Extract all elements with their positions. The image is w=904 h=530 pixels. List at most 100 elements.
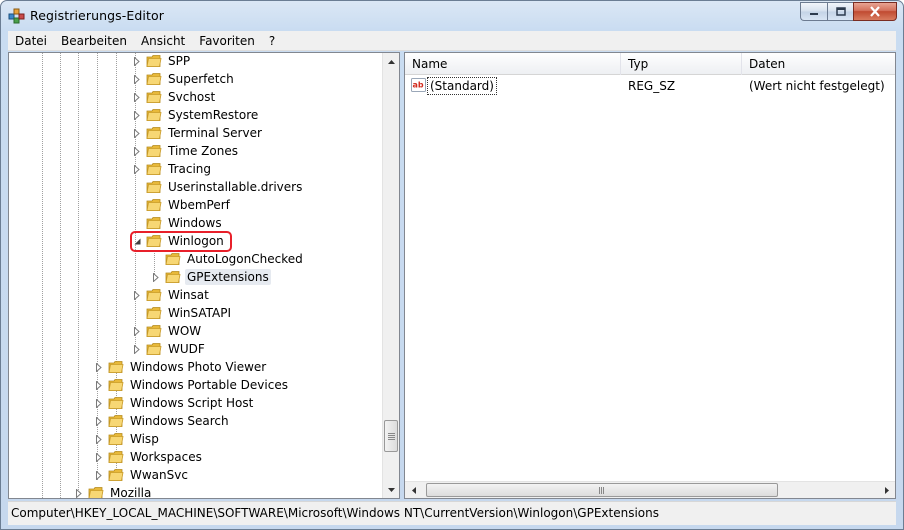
expand-arrow-icon[interactable]	[132, 164, 142, 174]
folder-icon	[146, 73, 162, 85]
tree-item[interactable]: Workspaces	[94, 448, 204, 466]
tree-item-label[interactable]: WwanSvc	[128, 467, 190, 483]
svg-text:ab: ab	[413, 81, 424, 90]
tree-item[interactable]: Windows Script Host	[94, 394, 255, 412]
tree-scroll-thumb[interactable]	[384, 420, 398, 452]
value-type-cell: REG_SZ	[628, 79, 676, 93]
registry-editor-window: Registrierungs-Editor Datei Bearbeiten A…	[0, 0, 904, 530]
tree-item[interactable]: Time Zones	[132, 142, 240, 160]
tree-item-label[interactable]: Windows Search	[128, 413, 231, 429]
tree-item-label[interactable]: Workspaces	[128, 449, 204, 465]
tree-item[interactable]: Winsat	[132, 286, 211, 304]
expand-arrow-icon[interactable]	[132, 326, 142, 336]
tree-item-label[interactable]: Windows	[166, 215, 224, 231]
key-tree-pane[interactable]: SPP Superfetch Svchost SystemRestore Termina…	[8, 52, 400, 499]
tree-item[interactable]: WinSATAPI	[132, 304, 233, 322]
tree-item-label[interactable]: Mozilla	[108, 485, 153, 498]
tree-item-label[interactable]: Windows Photo Viewer	[128, 359, 268, 375]
folder-icon	[146, 91, 162, 103]
tree-item-label[interactable]: Userinstallable.drivers	[166, 179, 304, 195]
expand-arrow-icon[interactable]	[74, 488, 84, 498]
tree-item-label[interactable]: WUDF	[166, 341, 207, 357]
tree-item[interactable]: Userinstallable.drivers	[132, 178, 304, 196]
tree-item-label[interactable]: Windows Portable Devices	[128, 377, 290, 393]
tree-item-label[interactable]: Winsat	[166, 287, 211, 303]
menu-bearbeiten[interactable]: Bearbeiten	[54, 31, 134, 50]
tree-item[interactable]: WwanSvc	[94, 466, 190, 484]
table-row[interactable]: ab (Standard) REG_SZ (Wert nicht festgel…	[405, 77, 895, 95]
column-header-name[interactable]: Name	[405, 53, 621, 75]
expand-arrow-icon[interactable]	[132, 92, 142, 102]
tree-item-label[interactable]: Svchost	[166, 89, 217, 105]
tree-item[interactable]: Tracing	[132, 160, 213, 178]
expand-arrow-icon[interactable]	[94, 452, 104, 462]
expand-arrow-icon[interactable]	[94, 362, 104, 372]
tree-item-label[interactable]: SystemRestore	[166, 107, 260, 123]
maximize-button[interactable]	[827, 2, 853, 21]
tree-item-label[interactable]: WOW	[166, 323, 203, 339]
tree-item[interactable]: WbemPerf	[132, 196, 232, 214]
scroll-up-button[interactable]	[383, 53, 399, 70]
menu-help[interactable]: ?	[262, 31, 282, 50]
scroll-down-button[interactable]	[383, 481, 399, 498]
expand-arrow-icon[interactable]	[94, 434, 104, 444]
tree-item-label[interactable]: Time Zones	[166, 143, 240, 159]
tree-item-label[interactable]: Wisp	[128, 431, 161, 447]
expand-arrow-icon[interactable]	[94, 470, 104, 480]
minimize-button[interactable]	[800, 2, 827, 21]
tree-item[interactable]: Svchost	[132, 88, 217, 106]
column-header-type[interactable]: Typ	[621, 53, 742, 75]
expand-arrow-icon[interactable]	[132, 74, 142, 84]
tree-item[interactable]: Windows Photo Viewer	[94, 358, 268, 376]
expand-arrow-icon[interactable]	[132, 56, 142, 66]
tree-item[interactable]: Mozilla	[74, 484, 153, 498]
menu-favoriten[interactable]: Favoriten	[192, 31, 262, 50]
tree-item[interactable]: WOW	[132, 322, 203, 340]
tree-item-label[interactable]: AutoLogonChecked	[185, 251, 305, 267]
expand-arrow-icon[interactable]	[132, 146, 142, 156]
expand-arrow-icon[interactable]	[94, 398, 104, 408]
expand-arrow-icon[interactable]	[132, 110, 142, 120]
tree-item[interactable]: SPP	[132, 53, 192, 70]
grip-line	[601, 487, 602, 494]
folder-icon	[146, 181, 162, 193]
tree-item-label[interactable]: Windows Script Host	[128, 395, 255, 411]
scroll-left-button[interactable]	[405, 482, 422, 498]
expand-arrow-icon[interactable]	[132, 344, 142, 354]
expand-arrow-icon[interactable]	[132, 290, 142, 300]
expand-arrow-icon[interactable]	[94, 380, 104, 390]
menu-datei[interactable]: Datei	[8, 31, 54, 50]
tree-item-label[interactable]: Tracing	[166, 161, 213, 177]
tree-item[interactable]: Windows	[132, 214, 224, 232]
tree-item[interactable]: SystemRestore	[132, 106, 260, 124]
tree-item-label[interactable]: WbemPerf	[166, 197, 232, 213]
tree-item[interactable]: Windows Search	[94, 412, 231, 430]
tree-item-label[interactable]: Terminal Server	[166, 125, 264, 141]
maximize-icon	[835, 6, 846, 16]
tree-item-label[interactable]: GPExtensions	[185, 269, 271, 285]
column-header-data[interactable]: Daten	[742, 53, 895, 75]
title-bar[interactable]: Registrierungs-Editor	[1, 1, 903, 31]
tree-item[interactable]: Superfetch	[132, 70, 236, 88]
tree-item[interactable]: AutoLogonChecked	[151, 250, 305, 268]
folder-icon	[146, 325, 162, 337]
scroll-right-button[interactable]	[878, 482, 895, 498]
tree-item[interactable]: Terminal Server	[132, 124, 264, 142]
tree-vertical-scrollbar[interactable]	[382, 53, 399, 498]
tree-item-label[interactable]: WinSATAPI	[166, 305, 233, 321]
tree-item[interactable]: GPExtensions	[151, 268, 271, 286]
menu-ansicht[interactable]: Ansicht	[134, 31, 192, 50]
tree-item-label[interactable]: Superfetch	[166, 71, 236, 87]
list-horizontal-scrollbar[interactable]	[405, 481, 895, 498]
tree-item[interactable]: Windows Portable Devices	[94, 376, 290, 394]
expand-arrow-icon[interactable]	[151, 272, 161, 282]
list-scroll-thumb[interactable]	[426, 483, 778, 497]
close-button[interactable]	[853, 2, 897, 21]
tree-item-label[interactable]: SPP	[166, 53, 192, 69]
tree-item[interactable]: WUDF	[132, 340, 207, 358]
expand-arrow-icon[interactable]	[94, 416, 104, 426]
value-name-cell[interactable]: (Standard)	[427, 77, 497, 95]
tree-item[interactable]: Wisp	[94, 430, 161, 448]
expand-arrow-icon[interactable]	[132, 128, 142, 138]
values-list-pane[interactable]: Name Typ Daten ab (Standard) REG_SZ (Wer…	[404, 52, 896, 499]
